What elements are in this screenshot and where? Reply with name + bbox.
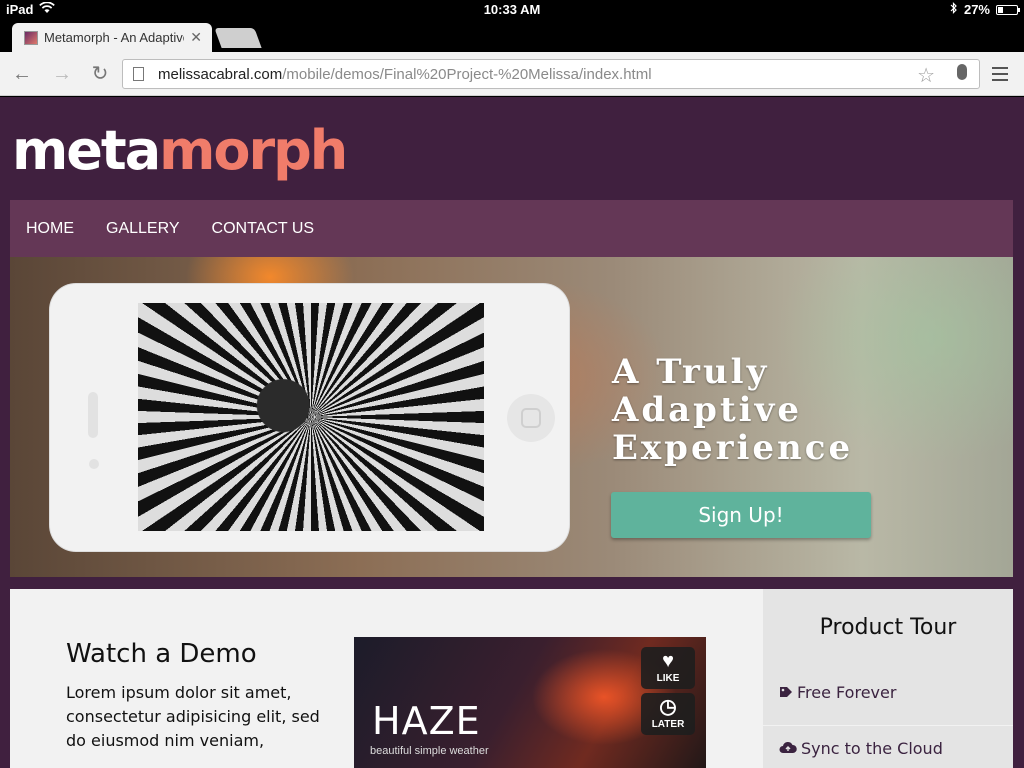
browser-tab-strip: Metamorph - An Adaptive ✕ (0, 20, 1024, 52)
url-path: /mobile/demos/Final%20Project-%20Melissa… (282, 65, 652, 83)
heart-icon: ♥ (662, 650, 674, 672)
like-button[interactable]: ♥ LIKE (641, 647, 695, 689)
phone-mockup (50, 284, 569, 551)
cloud-upload-icon (779, 739, 797, 758)
logo-text-morph: morph (159, 119, 348, 182)
microphone-icon[interactable] (957, 64, 967, 80)
sidebar-item-free-forever[interactable]: Free Forever (779, 683, 896, 702)
watch-later-button[interactable]: ◷ LATER (641, 693, 695, 735)
sidebar-item-label: Sync to the Cloud (801, 739, 943, 758)
reload-icon[interactable]: ↻ (88, 62, 112, 86)
clock: 10:33 AM (483, 2, 541, 17)
sidebar-item-sync-cloud[interactable]: Sync to the Cloud (779, 739, 943, 758)
browser-toolbar: ← → ↻ melissacabral.com /mobile/demos/Fi… (0, 52, 1024, 96)
sign-up-button[interactable]: Sign Up! (611, 492, 871, 538)
phone-home-button (507, 394, 555, 442)
demo-section: Watch a Demo Lorem ipsum dolor sit amet,… (10, 589, 763, 768)
nav-item-contact-us[interactable]: CONTACT US (212, 220, 315, 238)
new-tab-button[interactable] (214, 28, 262, 48)
web-page: metamorph HOME GALLERY CONTACT US A Trul… (0, 97, 1024, 768)
demo-heading: Watch a Demo (66, 639, 257, 669)
hero-title: A Truly Adaptive Experience (612, 352, 854, 468)
battery-icon (996, 4, 1020, 15)
page-icon (133, 67, 144, 81)
later-label: LATER (651, 719, 685, 730)
phone-camera (89, 459, 99, 469)
video-tagline: beautiful simple weather (370, 745, 489, 757)
browser-tab-active[interactable]: Metamorph - An Adaptive ✕ (12, 23, 212, 52)
like-label: LIKE (656, 673, 680, 684)
site-favicon-icon (24, 30, 38, 45)
address-bar[interactable]: melissacabral.com /mobile/demos/Final%20… (122, 59, 980, 89)
bookmark-star-icon[interactable]: ☆ (917, 63, 935, 88)
tag-icon (779, 683, 793, 702)
site-logo[interactable]: metamorph (12, 119, 348, 182)
forward-arrow-icon[interactable]: → (50, 62, 74, 86)
back-arrow-icon[interactable]: ← (10, 62, 34, 86)
bluetooth-icon (950, 2, 958, 17)
ios-status-bar: iPad 10:33 AM 27% (0, 0, 1024, 20)
browser-menu-icon[interactable] (992, 67, 1008, 81)
sidebar-item-label: Free Forever (797, 683, 897, 702)
nav-item-gallery[interactable]: GALLERY (106, 220, 180, 238)
url-host: melissacabral.com (158, 65, 283, 83)
clock-icon: ◷ (659, 696, 677, 718)
battery-percent: 27% (963, 2, 990, 17)
sidebar-divider (763, 725, 1013, 726)
tab-title: Metamorph - An Adaptive (44, 30, 185, 45)
nav-item-home[interactable]: HOME (26, 220, 74, 238)
product-tour-title: Product Tour (819, 615, 957, 640)
video-title: HAZE (372, 699, 481, 743)
main-nav: HOME GALLERY CONTACT US (10, 200, 1013, 257)
close-tab-icon[interactable]: ✕ (190, 29, 202, 46)
hero-banner: A Truly Adaptive Experience Sign Up! (10, 257, 1013, 577)
demo-video-thumbnail[interactable]: HAZE beautiful simple weather ♥ LIKE ◷ L… (354, 637, 706, 768)
logo-text-meta: meta (12, 119, 161, 182)
demo-description: Lorem ipsum dolor sit amet, consectetur … (66, 683, 320, 750)
phone-screen-photo (138, 303, 484, 531)
product-tour-sidebar: Product Tour Free Forever Sync to the Cl… (763, 589, 1013, 768)
phone-speaker (88, 392, 98, 438)
